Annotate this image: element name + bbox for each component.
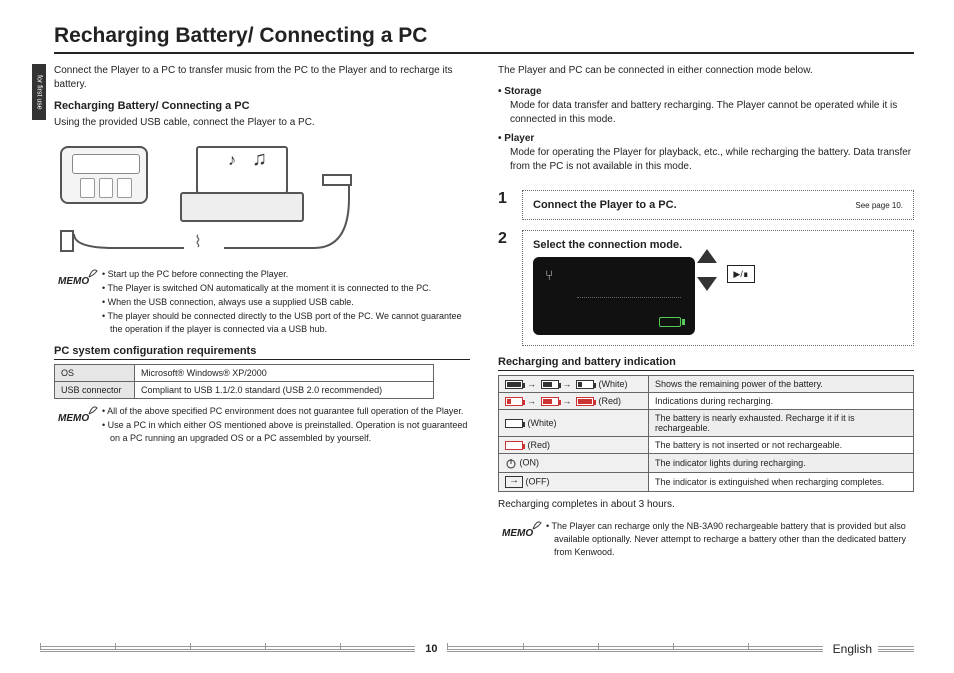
table-row: (ON) The indicator lights during recharg…	[499, 454, 914, 473]
footer-rule-left	[40, 646, 415, 652]
batt-cell-icons: → → (White)	[499, 376, 649, 393]
play-pause-icon: ▶/∎	[727, 265, 755, 283]
req-usb-label: USB connector	[55, 382, 135, 399]
memo-item: Start up the PC before connecting the Pl…	[102, 268, 470, 281]
mode-player: Player Mode for operating the Player for…	[498, 133, 914, 174]
subhead-requirements: PC system configuration requirements	[54, 345, 470, 360]
screen-divider-icon	[577, 297, 681, 298]
arrow-down-icon	[697, 277, 717, 291]
cable-break-icon: ⌇	[194, 232, 202, 252]
table-row: OS Microsoft® Windows® XP/2000	[55, 365, 434, 382]
memo-leaf-icon	[88, 266, 98, 278]
memo-item: The player should be connected directly …	[102, 310, 470, 336]
left-column: Connect the Player to a PC to transfer m…	[54, 64, 470, 569]
subhead-recharging: Recharging Battery/ Connecting a PC	[54, 100, 470, 112]
page-number: 10	[425, 643, 437, 655]
nav-arrows	[697, 249, 717, 291]
right-intro: The Player and PC can be connected in ei…	[498, 64, 914, 78]
player-screen-icon: ⑂	[533, 257, 695, 335]
memo-block-2: MEMO All of the above specified PC envir…	[58, 405, 470, 446]
battery-status-icon	[659, 317, 681, 327]
content-columns: Connect the Player to a PC to transfer m…	[54, 64, 914, 569]
batt-cell-icons: (OFF)	[499, 473, 649, 492]
table-row: (White) The battery is nearly exhausted.…	[499, 410, 914, 437]
table-row: (OFF) The indicator is extinguished when…	[499, 473, 914, 492]
requirements-table: OS Microsoft® Windows® XP/2000 USB conne…	[54, 364, 434, 399]
step-reference: See page 10.	[855, 201, 903, 210]
batt-cell-icons: → → (Red)	[499, 393, 649, 410]
req-usb-value: Compliant to USB 1.1/2.0 standard (USB 2…	[135, 382, 434, 399]
batt-cell-desc: The battery is not inserted or not recha…	[649, 437, 914, 454]
step-title: Select the connection mode.	[533, 239, 903, 251]
table-row: → → (White) Shows the remaining power of…	[499, 376, 914, 393]
batt-cell-desc: The indicator lights during recharging.	[649, 454, 914, 473]
subhead-battery: Recharging and battery indication	[498, 356, 914, 371]
batt-cell-desc: The battery is nearly exhausted. Recharg…	[649, 410, 914, 437]
memo-label: MEMO	[58, 268, 96, 287]
cable-icon	[54, 138, 364, 258]
sub1-text: Using the provided USB cable, connect th…	[54, 116, 470, 130]
batt-cell-icons: (White)	[499, 410, 649, 437]
req-os-value: Microsoft® Windows® XP/2000	[135, 365, 434, 382]
batt-cell-desc: Indications during recharging.	[649, 393, 914, 410]
right-column: The Player and PC can be connected in ei…	[498, 64, 914, 569]
memo-label: MEMO	[58, 405, 96, 424]
batt-cell-desc: Shows the remaining power of the battery…	[649, 376, 914, 393]
charge-icon	[505, 476, 523, 488]
step-box: Connect the Player to a PC. See page 10.	[522, 190, 914, 220]
page-footer: 10 English	[40, 639, 914, 659]
memo-item: When the USB connection, always use a su…	[102, 296, 470, 309]
step-number: 2	[498, 230, 512, 248]
footer-rule-right	[447, 646, 822, 652]
req-os-label: OS	[55, 365, 135, 382]
power-icon	[505, 457, 517, 469]
batt-cell-desc: The indicator is extinguished when recha…	[649, 473, 914, 492]
step-1: 1 Connect the Player to a PC. See page 1…	[498, 190, 914, 220]
memo-list-2: All of the above specified PC environmen…	[102, 405, 470, 446]
usb-symbol-icon: ⑂	[545, 267, 553, 283]
recharge-note: Recharging completes in about 3 hours.	[498, 498, 914, 512]
battery-table: → → (White) Shows the remaining power of…	[498, 375, 914, 492]
batt-cell-icons: (ON)	[499, 454, 649, 473]
mode-desc: Mode for data transfer and battery recha…	[498, 99, 914, 127]
memo-item: All of the above specified PC environmen…	[102, 405, 470, 418]
batt-cell-icons: (Red)	[499, 437, 649, 454]
memo-block-3: MEMO The Player can recharge only the NB…	[502, 520, 914, 560]
memo-list-1: Start up the PC before connecting the Pl…	[102, 268, 470, 337]
memo-label: MEMO	[502, 520, 540, 539]
step-title: Connect the Player to a PC.	[533, 199, 677, 211]
intro-text: Connect the Player to a PC to transfer m…	[54, 64, 470, 92]
mode-storage: Storage Mode for data transfer and batte…	[498, 86, 914, 127]
side-tab: for first use	[32, 64, 46, 120]
memo-list-3: The Player can recharge only the NB-3A90…	[546, 520, 914, 560]
step-2: 2 Select the connection mode. ⑂ ▶/∎	[498, 230, 914, 346]
mode-desc: Mode for operating the Player for playba…	[498, 146, 914, 174]
language-label: English	[833, 642, 872, 656]
memo-item: Use a PC in which either OS mentioned ab…	[102, 419, 470, 445]
table-row: → → (Red) Indications during recharging.	[499, 393, 914, 410]
table-row: USB connector Compliant to USB 1.1/2.0 s…	[55, 382, 434, 399]
step-number: 1	[498, 190, 512, 208]
step-box: Select the connection mode. ⑂ ▶/∎	[522, 230, 914, 346]
footer-mini-rule	[878, 646, 914, 652]
page-title: Recharging Battery/ Connecting a PC	[54, 24, 914, 54]
memo-leaf-icon	[88, 403, 98, 415]
memo-leaf-icon	[532, 518, 542, 530]
table-row: (Red) The battery is not inserted or not…	[499, 437, 914, 454]
memo-item: The Player is switched ON automatically …	[102, 282, 470, 295]
memo-item: The Player can recharge only the NB-3A90…	[546, 520, 914, 559]
arrow-up-icon	[697, 249, 717, 263]
connection-illustration: ♪ ♫ ⌇	[54, 138, 364, 258]
memo-block-1: MEMO Start up the PC before connecting t…	[58, 268, 470, 337]
